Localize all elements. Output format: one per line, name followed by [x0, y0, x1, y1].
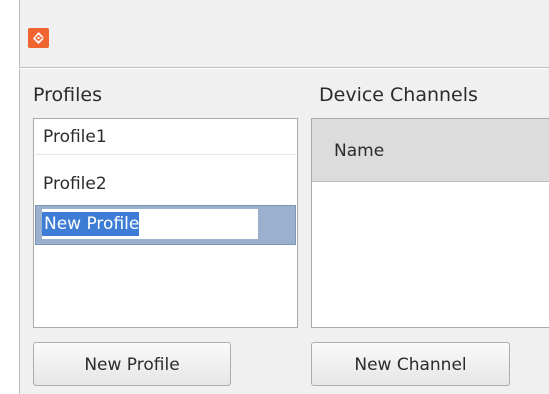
list-item-new-profile-selected[interactable]: New Profile	[35, 205, 296, 245]
profiles-list[interactable]: Profile1 Profile2 New Profile	[33, 118, 298, 328]
profile-name-edit-text[interactable]: New Profile	[42, 211, 140, 236]
column-header-label: Name	[334, 141, 385, 161]
list-item-profile1[interactable]: Profile1	[35, 120, 296, 155]
list-item-profile2[interactable]: Profile2	[35, 167, 296, 202]
app-logo-icon[interactable]	[28, 28, 49, 48]
profiles-heading: Profiles	[33, 84, 102, 106]
new-profile-button[interactable]: New Profile	[33, 342, 231, 386]
device-channels-table[interactable]: Name	[311, 118, 549, 328]
channels-column-header-name[interactable]: Name	[312, 119, 549, 182]
new-channel-button[interactable]: New Channel	[311, 342, 510, 386]
profile-name-edit-field[interactable]: New Profile	[42, 208, 258, 239]
device-channels-heading: Device Channels	[319, 84, 478, 106]
title-bar	[19, 0, 549, 68]
main-window: Profiles Device Channels Profile1 Profil…	[0, 0, 549, 394]
